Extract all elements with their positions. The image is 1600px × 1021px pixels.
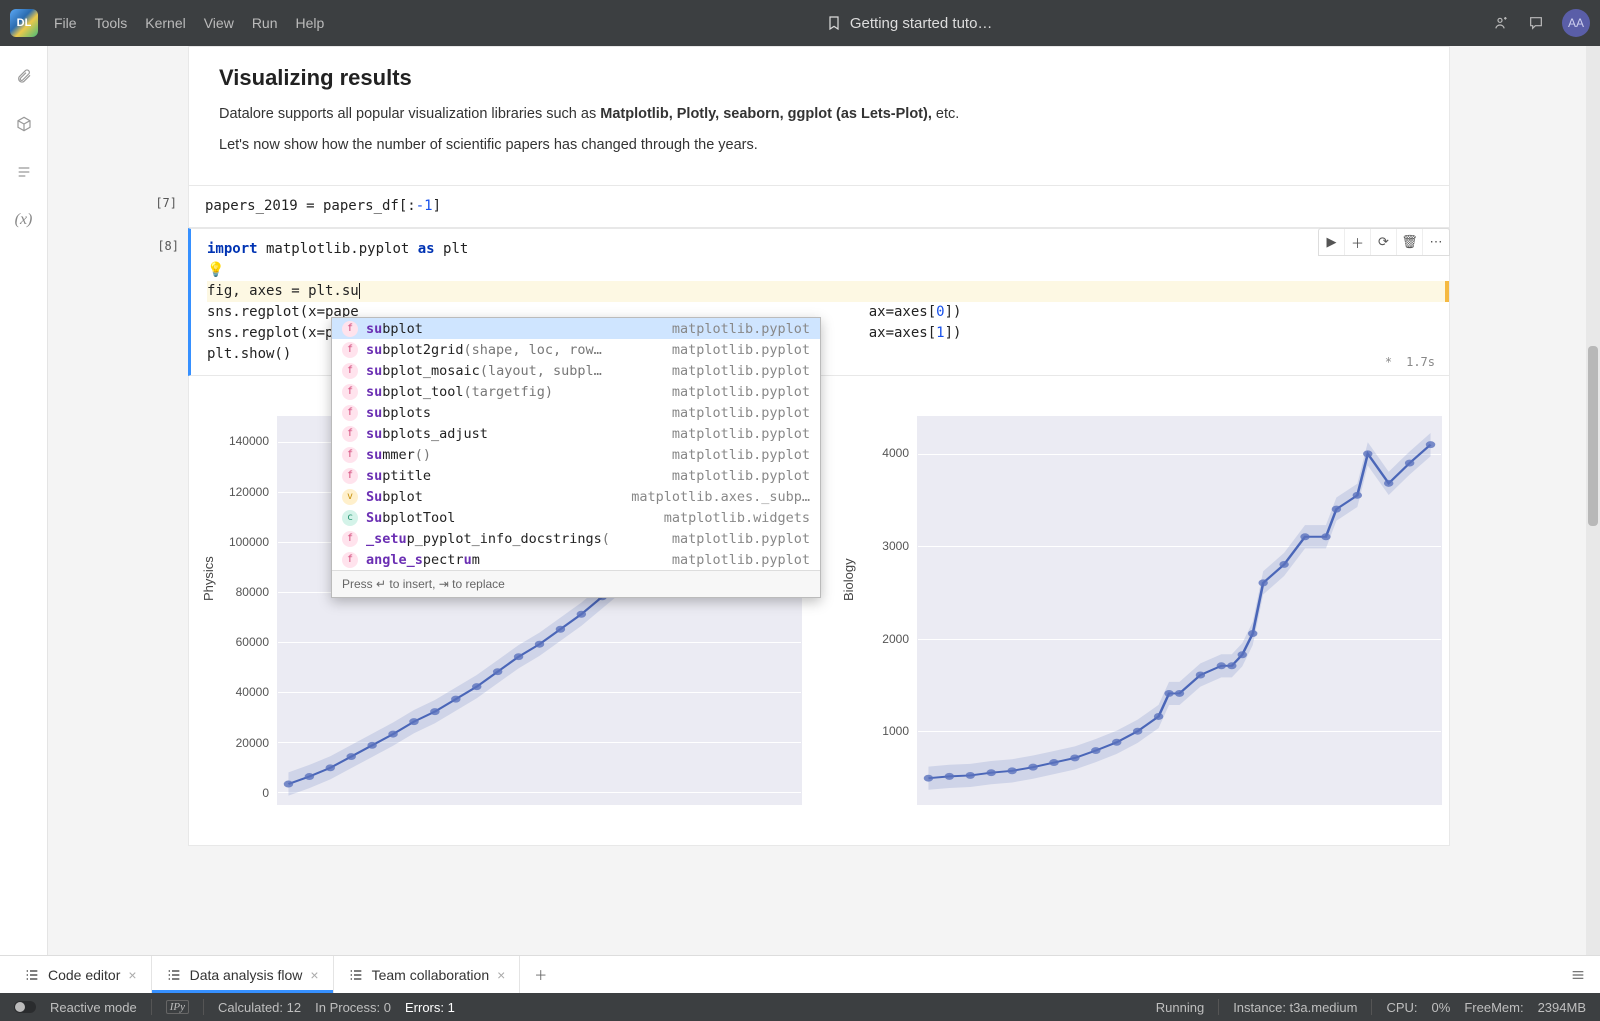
add-cell-button[interactable]: ＋ xyxy=(1345,229,1371,255)
autocomplete-item[interactable]: cSubplotToolmatplotlib.widgets xyxy=(332,507,820,528)
run-cell-button[interactable]: ▶ xyxy=(1319,229,1345,255)
autocomplete-item[interactable]: fsubplotsmatplotlib.pyplot xyxy=(332,402,820,423)
attachment-icon[interactable] xyxy=(14,66,34,86)
ytick-label: 40000 xyxy=(236,685,269,699)
close-icon[interactable]: × xyxy=(310,967,318,983)
left-sidebar: (x) xyxy=(0,46,48,955)
cell-prompt: [8] xyxy=(147,229,185,253)
status-errors: Errors: 1 xyxy=(405,1000,455,1015)
variables-icon[interactable]: (x) xyxy=(14,210,34,230)
lightbulb-icon[interactable]: 💡 xyxy=(207,262,224,278)
refresh-cell-button[interactable]: ⟳ xyxy=(1371,229,1397,255)
autocomplete-popup[interactable]: fsubplotmatplotlib.pyplotfsubplot2grid(s… xyxy=(331,317,821,598)
more-cell-button[interactable]: ⋯ xyxy=(1423,229,1449,255)
add-tab-button[interactable]: ＋ xyxy=(520,956,561,993)
autocomplete-item[interactable]: fangle_spectrummatplotlib.pyplot xyxy=(332,549,820,570)
highlighted-line: fig, axes = plt.su xyxy=(207,281,1449,302)
autocomplete-item[interactable]: fsummer()matplotlib.pyplot xyxy=(332,444,820,465)
toc-icon[interactable] xyxy=(14,162,34,182)
list-icon xyxy=(166,967,182,983)
kernel-badge: IPy xyxy=(166,1000,189,1014)
main-menu: File Tools Kernel View Run Help xyxy=(54,15,324,31)
status-inproc: In Process: 0 xyxy=(315,1000,391,1015)
ytick-label: 4000 xyxy=(882,446,909,460)
cell-paragraph-1: Datalore supports all popular visualizat… xyxy=(219,103,1419,126)
code-cell-8[interactable]: [8] ▶ ＋ ⟳ 🗑 ⋯ import matplotlib.pyplot a… xyxy=(188,228,1450,376)
comment-icon[interactable] xyxy=(1528,15,1544,31)
top-bar: DL File Tools Kernel View Run Help Getti… xyxy=(0,0,1600,46)
share-icon[interactable] xyxy=(1494,15,1510,31)
status-mem-label: FreeMem: xyxy=(1464,1000,1523,1015)
scrollbar-thumb[interactable] xyxy=(1588,346,1598,526)
status-cpu-value: 0% xyxy=(1432,1000,1451,1015)
autocomplete-item[interactable]: fsubplotmatplotlib.pyplot xyxy=(332,318,820,339)
cell-toolbar: ▶ ＋ ⟳ 🗑 ⋯ xyxy=(1318,228,1450,256)
autocomplete-item[interactable]: f_setup_pyplot_info_docstrings(matplotli… xyxy=(332,528,820,549)
delete-cell-button[interactable]: 🗑 xyxy=(1397,229,1423,255)
menu-file[interactable]: File xyxy=(54,15,77,31)
ytick-label: 120000 xyxy=(229,485,269,499)
cell-heading: Visualizing results xyxy=(219,65,1419,91)
bookmark-icon xyxy=(826,15,842,31)
ytick-label: 3000 xyxy=(882,539,909,553)
autocomplete-item[interactable]: fsubplot_tool(targetfig)matplotlib.pyplo… xyxy=(332,381,820,402)
list-icon xyxy=(24,967,40,983)
status-calc: Calculated: 12 xyxy=(218,1000,301,1015)
ytick-label: 80000 xyxy=(236,585,269,599)
scrollbar[interactable] xyxy=(1586,46,1600,955)
status-mem-value: 2394MB xyxy=(1538,1000,1586,1015)
ytick-label: 1000 xyxy=(882,724,909,738)
tabs-menu-icon[interactable] xyxy=(1556,956,1600,993)
code-cell-7[interactable]: [7] papers_2019 = papers_df[:-1] xyxy=(188,185,1450,228)
reactive-mode-label: Reactive mode xyxy=(50,1000,137,1015)
cell-prompt: [7] xyxy=(145,186,183,210)
menu-help[interactable]: Help xyxy=(296,15,325,31)
autocomplete-item[interactable]: vSubplotmatplotlib.axes._subp… xyxy=(332,486,820,507)
autocomplete-item[interactable]: fsuptitlematplotlib.pyplot xyxy=(332,465,820,486)
app-logo: DL xyxy=(10,9,38,37)
notebook-area: Visualizing results Datalore supports al… xyxy=(48,46,1600,955)
autocomplete-item[interactable]: fsubplot2grid(shape, loc, row…matplotlib… xyxy=(332,339,820,360)
document-title: Getting started tuto… xyxy=(850,15,993,32)
status-bar: Reactive mode IPy Calculated: 12 In Proc… xyxy=(0,993,1600,1021)
tab-code-editor[interactable]: Code editor × xyxy=(10,956,152,993)
close-icon[interactable]: × xyxy=(497,967,505,983)
package-icon[interactable] xyxy=(14,114,34,134)
document-title-area: Getting started tuto… xyxy=(328,15,1490,32)
autocomplete-item[interactable]: fsubplots_adjustmatplotlib.pyplot xyxy=(332,423,820,444)
code-body[interactable]: papers_2019 = papers_df[:-1] xyxy=(189,186,1449,227)
ytick-label: 2000 xyxy=(882,632,909,646)
autocomplete-item[interactable]: fsubplot_mosaic(layout, subpl…matplotlib… xyxy=(332,360,820,381)
status-instance: Instance: t3a.medium xyxy=(1233,1000,1357,1015)
menu-tools[interactable]: Tools xyxy=(95,15,128,31)
autocomplete-hint: Press ↵ to insert, ⇥ to replace xyxy=(332,570,820,597)
cell-paragraph-2: Let's now show how the number of scienti… xyxy=(219,134,1419,157)
status-running: Running xyxy=(1156,1000,1204,1015)
ytick-label: 20000 xyxy=(236,736,269,750)
cell-timing: *1.7s xyxy=(1385,355,1435,369)
ytick-label: 0 xyxy=(262,786,269,800)
ylabel-biology: Biology xyxy=(841,558,856,601)
menu-kernel[interactable]: Kernel xyxy=(145,15,185,31)
ylabel-physics: Physics xyxy=(201,556,216,601)
menu-run[interactable]: Run xyxy=(252,15,278,31)
tab-team-collab[interactable]: Team collaboration × xyxy=(334,956,521,993)
ytick-label: 140000 xyxy=(229,434,269,448)
tab-data-analysis[interactable]: Data analysis flow × xyxy=(152,956,334,993)
markdown-cell[interactable]: Visualizing results Datalore supports al… xyxy=(188,46,1450,185)
bottom-tabs: Code editor × Data analysis flow × Team … xyxy=(0,955,1600,993)
reactive-toggle[interactable] xyxy=(14,1001,36,1013)
list-icon xyxy=(348,967,364,983)
menu-view[interactable]: View xyxy=(204,15,234,31)
status-cpu-label: CPU: xyxy=(1386,1000,1417,1015)
ytick-label: 100000 xyxy=(229,535,269,549)
ytick-label: 60000 xyxy=(236,635,269,649)
close-icon[interactable]: × xyxy=(128,967,136,983)
chart-biology: Biology 1000 2000 3000 4000 xyxy=(839,396,1439,845)
user-avatar[interactable]: AA xyxy=(1562,9,1590,37)
code-body[interactable]: import matplotlib.pyplot as plt 💡 fig, a… xyxy=(191,229,1449,375)
